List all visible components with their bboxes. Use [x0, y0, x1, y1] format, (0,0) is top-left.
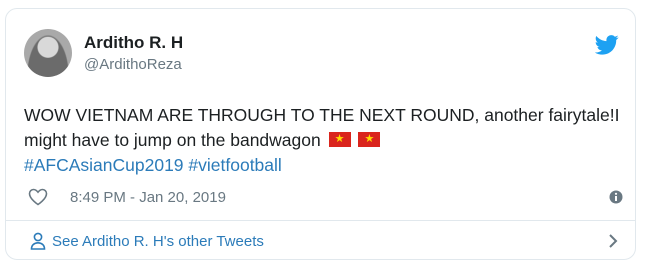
chevron-right-icon[interactable] [607, 233, 619, 249]
vietnam-flag-icon [358, 132, 381, 147]
tweet-text: WOW VIETNAM ARE THROUGH TO THE NEXT ROUN… [24, 103, 624, 178]
vietnam-flag-icon [328, 132, 351, 147]
author-name[interactable]: Arditho R. H [84, 33, 183, 53]
tweet-body: WOW VIETNAM ARE THROUGH TO THE NEXT ROUN… [24, 105, 620, 150]
other-tweets-label[interactable]: See Arditho R. H's other Tweets [52, 233, 264, 250]
info-icon[interactable] [609, 190, 623, 204]
person-icon [30, 232, 46, 250]
tweet-meta: 8:49 PM - Jan 20, 2019 [28, 187, 623, 209]
other-tweets-link[interactable]: See Arditho R. H's other Tweets [6, 221, 635, 261]
tweet-card[interactable]: Arditho R. H @ArdithoReza WOW VIETNAM AR… [5, 8, 636, 260]
twitter-bird-icon[interactable] [595, 35, 619, 55]
avatar[interactable] [24, 29, 72, 77]
heart-icon[interactable] [28, 188, 48, 206]
tweet-header: Arditho R. H @ArdithoReza [24, 29, 619, 79]
tweet-timestamp[interactable]: 8:49 PM - Jan 20, 2019 [70, 189, 226, 206]
hashtag-links[interactable]: #AFCAsianCup2019 #vietfootball [24, 155, 282, 175]
author-handle[interactable]: @ArdithoReza [84, 56, 182, 73]
